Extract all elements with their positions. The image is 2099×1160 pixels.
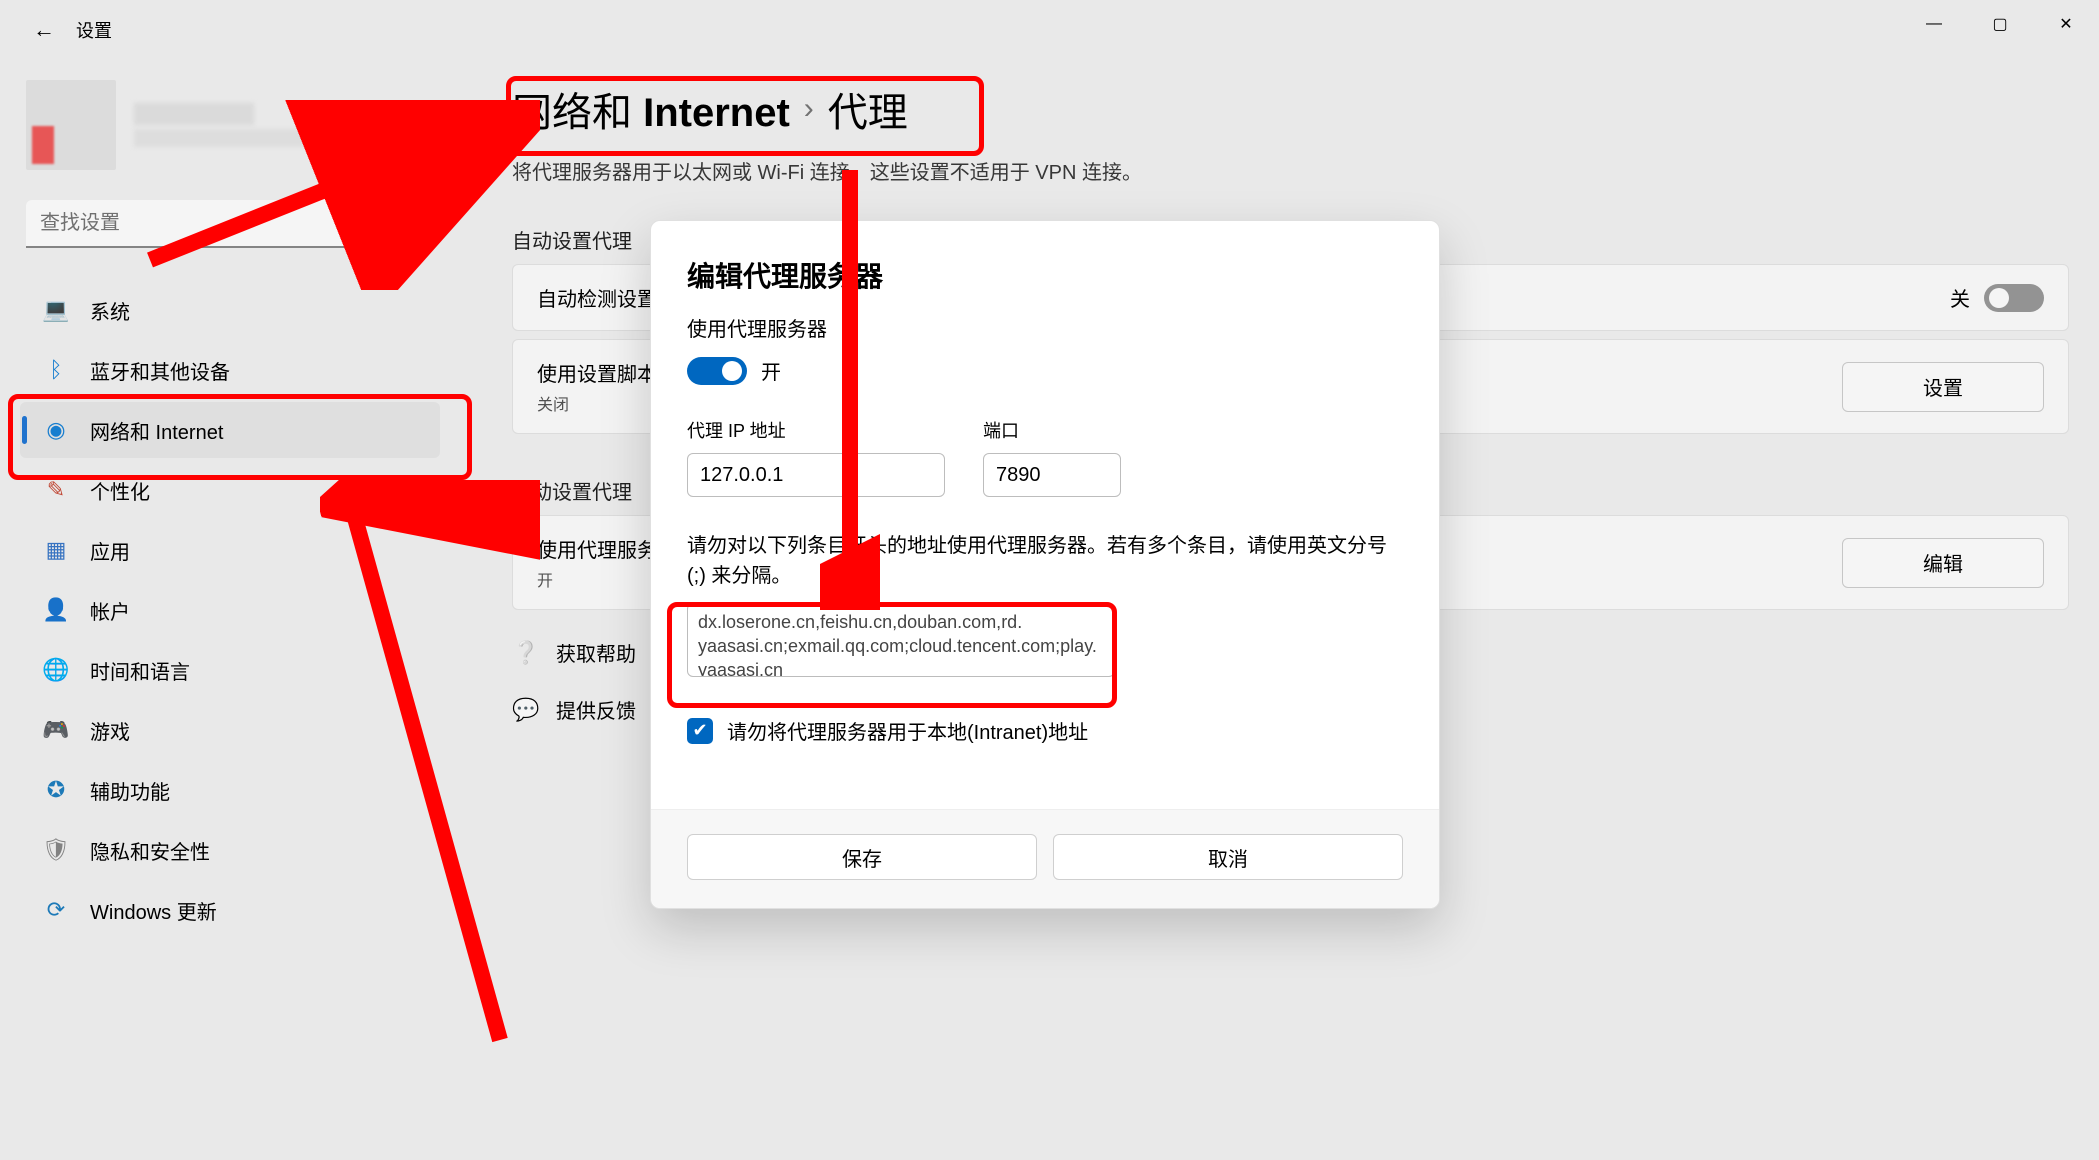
use-proxy-toggle[interactable]	[687, 357, 747, 385]
dialog-buttons: 保存 取消	[651, 809, 1439, 908]
edit-proxy-dialog: 编辑代理服务器 使用代理服务器 开 代理 IP 地址 端口 请勿对以下列条目开头…	[650, 220, 1440, 909]
exclude-hint: 请勿对以下列条目开头的地址使用代理服务器。若有多个条目，请使用英文分号(;) 来…	[687, 531, 1403, 591]
save-button[interactable]: 保存	[687, 834, 1037, 880]
proxy-port-label: 端口	[983, 417, 1121, 443]
dialog-title: 编辑代理服务器	[687, 255, 1403, 295]
intranet-checkbox[interactable]: ✔	[687, 718, 713, 744]
proxy-ip-field: 代理 IP 地址	[687, 417, 945, 497]
use-proxy-toggle-label: 开	[761, 356, 781, 385]
intranet-check-row: ✔ 请勿将代理服务器用于本地(Intranet)地址	[687, 716, 1403, 745]
intranet-label: 请勿将代理服务器用于本地(Intranet)地址	[727, 716, 1088, 745]
proxy-ip-label: 代理 IP 地址	[687, 417, 945, 443]
exclude-textarea[interactable]	[687, 603, 1115, 677]
dialog-toggle-row: 开	[687, 356, 1403, 385]
cancel-button[interactable]: 取消	[1053, 834, 1403, 880]
proxy-port-field: 端口	[983, 417, 1121, 497]
proxy-port-input[interactable]	[983, 453, 1121, 497]
proxy-ip-input[interactable]	[687, 453, 945, 497]
dialog-use-label: 使用代理服务器	[687, 313, 1403, 342]
